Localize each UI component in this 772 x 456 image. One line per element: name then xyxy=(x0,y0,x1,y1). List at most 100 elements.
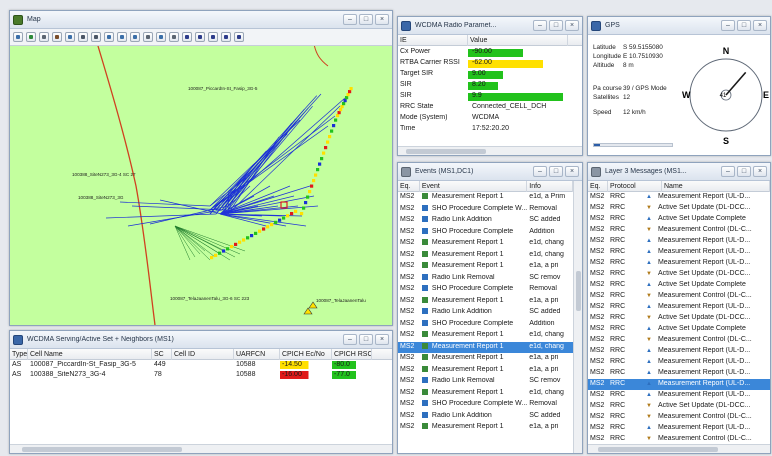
layer3-message-row[interactable]: MS2 RRC ▲ Measurement Report (UL-D... xyxy=(588,247,770,258)
play-icon[interactable] xyxy=(182,32,192,42)
drive-point[interactable] xyxy=(346,93,350,97)
close-button[interactable]: × xyxy=(753,20,767,31)
minimize-button[interactable]: – xyxy=(533,166,547,177)
event-row[interactable]: MS2 SHO Procedure Complete W... Removal xyxy=(398,204,573,216)
layer3-message-row[interactable]: MS2 RRC ▼ Measurement Control (DL-C... xyxy=(588,225,770,236)
zoom-out-icon[interactable] xyxy=(117,32,127,42)
drive-point[interactable] xyxy=(337,111,341,115)
event-row[interactable]: MS2 Measurement Report 1 e1a, a pri xyxy=(398,296,573,308)
drive-point[interactable] xyxy=(324,146,328,150)
radio-param-row[interactable]: Target SIR 9.00 xyxy=(398,69,582,80)
column-header[interactable]: Event xyxy=(420,180,528,192)
layer3-message-row[interactable]: MS2 RRC ▼ Active Set Update (DL-DCC... xyxy=(588,269,770,280)
gear-icon[interactable] xyxy=(52,32,62,42)
drive-point[interactable] xyxy=(238,240,242,244)
event-row[interactable]: MS2 Measurement Report 1 e1d, chang xyxy=(398,250,573,262)
drive-point[interactable] xyxy=(316,168,320,172)
filter-icon[interactable] xyxy=(169,32,179,42)
drive-point[interactable] xyxy=(304,201,308,205)
drive-point[interactable] xyxy=(230,245,234,249)
layer3-message-row[interactable]: MS2 RRC ▲ Measurement Report (UL-D... xyxy=(588,379,770,390)
drive-point[interactable] xyxy=(242,238,246,242)
drive-point[interactable] xyxy=(234,242,238,246)
drive-point[interactable] xyxy=(336,114,340,118)
radio-param-row[interactable]: Time 17:52:20.20 xyxy=(398,124,582,135)
radio-param-row[interactable]: SIR 8.20 xyxy=(398,80,582,91)
maximize-button[interactable]: □ xyxy=(549,166,563,177)
pointer-icon[interactable] xyxy=(78,32,88,42)
layer-toggle-icon[interactable] xyxy=(156,32,166,42)
layer3-message-row[interactable]: MS2 RRC ▼ Active Set Update (DL-DCC... xyxy=(588,203,770,214)
drive-point[interactable] xyxy=(274,220,278,224)
column-header[interactable]: Eq. xyxy=(588,180,608,192)
event-row[interactable]: MS2 Measurement Report 1 e1d, chang xyxy=(398,341,573,353)
event-row[interactable]: MS2 Measurement Report 1 e1d, a Prim xyxy=(398,192,573,204)
column-header[interactable]: IE xyxy=(398,34,468,46)
drive-point[interactable] xyxy=(340,105,344,109)
layer3-message-row[interactable]: MS2 RRC ▲ Measurement Report (UL-D... xyxy=(588,368,770,379)
radio-param-row[interactable]: Mode (System) WCDMA xyxy=(398,113,582,124)
minimize-button[interactable]: – xyxy=(343,14,357,25)
radio-param-row[interactable]: RTBA Carrier RSSI -62.00 xyxy=(398,58,582,69)
stop-icon[interactable] xyxy=(234,32,244,42)
events-titlebar[interactable]: Events (MS1,DC1) – □ × xyxy=(398,163,582,181)
layer3-message-row[interactable]: MS2 RRC ▼ Measurement Control (DL-C... xyxy=(588,291,770,302)
event-row[interactable]: MS2 Measurement Report 1 e1d, chang xyxy=(398,238,573,250)
event-row[interactable]: MS2 Measurement Report 1 e1a, a pri xyxy=(398,353,573,365)
ruler-icon[interactable] xyxy=(39,32,49,42)
record-icon[interactable] xyxy=(208,32,218,42)
radio-titlebar[interactable]: WCDMA Radio Paramet... – □ × xyxy=(398,17,582,35)
drive-point[interactable] xyxy=(218,251,222,255)
drive-point[interactable] xyxy=(339,108,343,112)
event-row[interactable]: MS2 Radio Link Addition SC added xyxy=(398,411,573,423)
layer3-message-row[interactable]: MS2 RRC ▼ Active Set Update (DL-DCC... xyxy=(588,313,770,324)
column-header[interactable]: Name xyxy=(662,180,770,192)
drive-point[interactable] xyxy=(250,234,254,238)
column-header[interactable]: SC xyxy=(152,348,172,360)
close-button[interactable]: × xyxy=(375,334,389,345)
minimize-button[interactable]: – xyxy=(343,334,357,345)
maximize-button[interactable]: □ xyxy=(737,166,751,177)
serving-cell-row[interactable]: AS 100388_SiteN273_3G-4 78 10588 -16.00 -77.0 xyxy=(10,370,392,380)
layer3-message-row[interactable]: MS2 RRC ▲ Active Set Update Complete xyxy=(588,324,770,335)
maximize-button[interactable]: □ xyxy=(359,334,373,345)
layer3-message-row[interactable]: MS2 RRC ▲ Measurement Report (UL-D... xyxy=(588,258,770,269)
event-row[interactable]: MS2 SHO Procedure Complete Addition xyxy=(398,319,573,331)
drive-point[interactable] xyxy=(345,96,349,100)
column-header[interactable]: UARFCN xyxy=(234,348,280,360)
drive-point[interactable] xyxy=(348,90,352,94)
layer3-message-row[interactable]: MS2 RRC ▲ Measurement Report (UL-D... xyxy=(588,236,770,247)
gps-titlebar[interactable]: GPS – □ × xyxy=(588,17,770,35)
column-header[interactable]: CPICH RSCP xyxy=(332,348,372,360)
radio-horizontal-scrollbar[interactable] xyxy=(398,146,582,155)
maximize-button[interactable]: □ xyxy=(359,14,373,25)
minimize-button[interactable]: – xyxy=(721,166,735,177)
event-row[interactable]: MS2 Measurement Report 1 e1d, chang xyxy=(398,330,573,342)
fit-icon[interactable] xyxy=(130,32,140,42)
drive-point[interactable] xyxy=(246,236,250,240)
drive-point[interactable] xyxy=(278,218,282,222)
drive-point[interactable] xyxy=(318,162,322,166)
drive-point[interactable] xyxy=(210,256,214,260)
drive-point[interactable] xyxy=(258,229,262,233)
column-header[interactable]: Cell ID xyxy=(172,348,234,360)
map-canvas[interactable]: 100087_PiccardIn-St_Fasip_3G-5 100388_Si… xyxy=(10,46,392,325)
forward-icon[interactable] xyxy=(195,32,205,42)
column-header[interactable]: Value xyxy=(468,34,568,46)
event-row[interactable]: MS2 Measurement Report 1 e1a, a pri xyxy=(398,365,573,377)
layer3-message-row[interactable]: MS2 RRC ▲ Active Set Update Complete xyxy=(588,280,770,291)
event-row[interactable]: MS2 SHO Procedure Complete Removal xyxy=(398,284,573,296)
drive-point[interactable] xyxy=(226,247,230,251)
select-icon[interactable] xyxy=(91,32,101,42)
maximize-button[interactable]: □ xyxy=(549,20,563,31)
event-row[interactable]: MS2 Radio Link Removal SC remov xyxy=(398,376,573,388)
drive-point[interactable] xyxy=(312,179,316,183)
drive-point[interactable] xyxy=(310,184,314,188)
serving-cell-row[interactable]: AS 100087_PiccardIn-St_Fasip_3G-5 449 10588… xyxy=(10,360,392,370)
drive-point[interactable] xyxy=(286,214,290,218)
drive-point[interactable] xyxy=(302,206,306,210)
radio-param-row[interactable]: RRC State Connected_CELL_DCH xyxy=(398,102,582,113)
layer3-message-row[interactable]: MS2 RRC ▲ Measurement Report (UL-D... xyxy=(588,346,770,357)
grid-icon[interactable] xyxy=(65,32,75,42)
drive-point[interactable] xyxy=(342,102,346,106)
